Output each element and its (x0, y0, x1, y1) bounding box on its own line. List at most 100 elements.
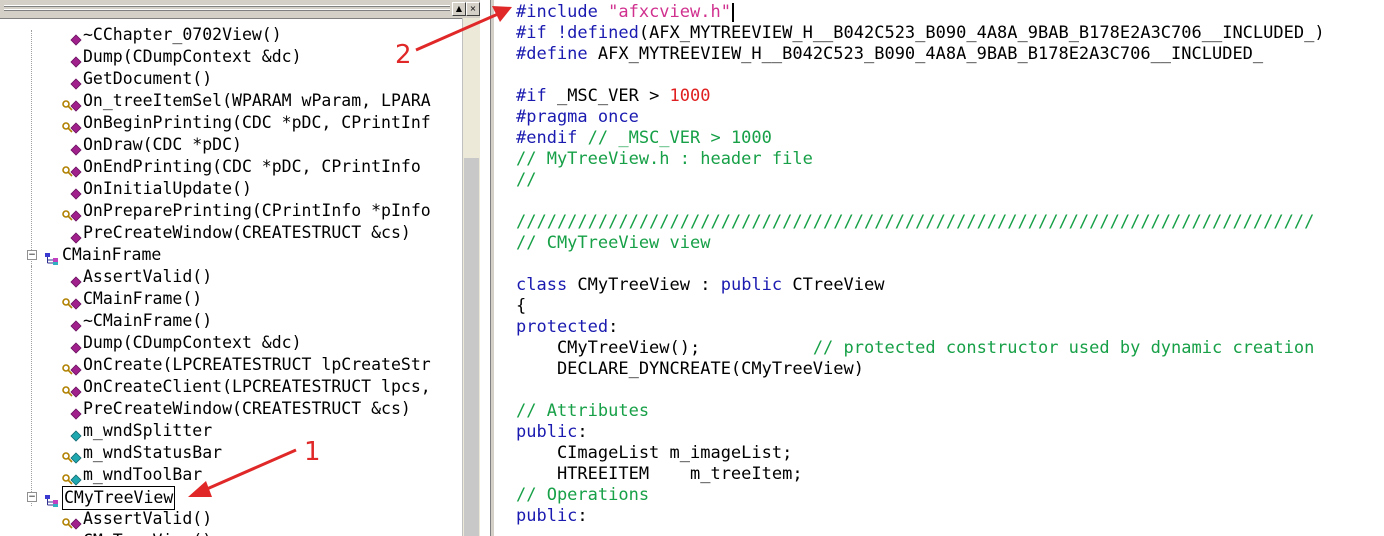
code-line[interactable]: // (516, 170, 1325, 191)
code-token: #define (516, 44, 598, 64)
code-line[interactable] (516, 254, 1325, 275)
tree-item[interactable]: OnBeginPrinting(CDC *pDC, CPrintInf (0, 112, 460, 134)
tree-item[interactable]: Dump(CDumpContext &dc) (0, 46, 460, 68)
code-line[interactable]: #if !defined(AFX_MYTREEVIEW_H__B042C523_… (516, 23, 1325, 44)
code-token: public (516, 422, 578, 442)
restore-icon[interactable]: ▲ (452, 2, 466, 16)
method-icon (70, 74, 82, 90)
code-line[interactable]: #include "afxcview.h" (516, 2, 1325, 23)
code-token: #pragma once (516, 107, 639, 127)
close-icon[interactable]: × (466, 2, 480, 16)
code-line[interactable]: // CMyTreeView view (516, 233, 1325, 254)
tree-class-node[interactable]: − CMainFrame (0, 244, 460, 266)
tree-item[interactable]: m_wndStatusBar (0, 442, 460, 464)
code-token: // (516, 170, 537, 190)
code-line[interactable] (516, 380, 1325, 401)
code-token: #if !defined (516, 23, 639, 43)
code-token: CTreeView (792, 275, 885, 295)
tree-item[interactable]: m_wndToolBar (0, 464, 460, 486)
tree-item[interactable]: OnInitialUpdate() (0, 178, 460, 200)
code-line[interactable] (516, 191, 1325, 212)
tree-item[interactable]: OnPreparePrinting(CPrintInfo *pInfo (0, 200, 460, 222)
tree-scrollbar[interactable] (462, 18, 480, 536)
member-icon (70, 426, 82, 442)
tree-item-label: OnCreateClient(LPCREATESTRUCT lpcs, (83, 377, 431, 396)
key-method-icon (62, 294, 82, 310)
code-token: // Operations (516, 485, 650, 505)
tree-item[interactable]: PreCreateWindow(CREATESTRUCT &cs) (0, 398, 460, 420)
code-line[interactable]: ////////////////////////////////////////… (516, 212, 1325, 233)
code-line[interactable]: #pragma once (516, 107, 1325, 128)
code-token: CMyTreeView(); (516, 338, 813, 358)
tree-item[interactable]: OnEndPrinting(CDC *pDC, CPrintInfo (0, 156, 460, 178)
code-line[interactable]: // Attributes (516, 401, 1325, 422)
tree-item-label: CMyTreeView (62, 486, 176, 510)
annotation-label-2: 2 (395, 40, 412, 70)
tree-item-label: PreCreateWindow(CREATESTRUCT &cs) (83, 399, 411, 418)
code-line[interactable]: #define AFX_MYTREEVIEW_H__B042C523_B090_… (516, 44, 1325, 65)
class-tree: ~CChapter_0702View() Dump(CDumpContext &d… (0, 24, 460, 536)
code-token: // _MSC_VER > 1000 (587, 128, 772, 148)
scrollbar-thumb[interactable] (464, 158, 479, 536)
key-method-icon (62, 162, 82, 178)
tree-item[interactable]: CMyTreeView() (0, 530, 460, 536)
code-lines[interactable]: #include "afxcview.h" #if !defined(AFX_MY… (516, 2, 1325, 527)
tree-item[interactable]: PreCreateWindow(CREATESTRUCT &cs) (0, 222, 460, 244)
tree-item-label: m_wndToolBar (83, 465, 203, 484)
code-line[interactable]: // MyTreeView.h : header file (516, 149, 1325, 170)
code-token: 1000 (669, 86, 711, 106)
code-line[interactable]: // Operations (516, 485, 1325, 506)
grip-line (4, 9, 450, 11)
code-token: protected (516, 317, 609, 337)
tree-item-label: OnDraw(CDC *pDC) (83, 135, 242, 154)
tree-item-label: PreCreateWindow(CREATESTRUCT &cs) (83, 223, 411, 242)
tree-item[interactable]: GetDocument() (0, 68, 460, 90)
tree-item[interactable]: AssertValid() (0, 266, 460, 288)
tree-item-label: ~CMainFrame() (83, 311, 213, 330)
code-line[interactable]: protected: (516, 317, 1325, 338)
method-icon (70, 140, 82, 156)
code-token: DECLARE_DYNCREATE(CMyTreeView) (516, 359, 864, 379)
tree-class-node[interactable]: − CMyTreeView (0, 486, 460, 510)
code-line[interactable] (516, 65, 1325, 86)
collapse-toggle[interactable]: − (27, 250, 37, 260)
key-member-icon (62, 470, 82, 486)
tree-item-label: Dump(CDumpContext &dc) (83, 333, 302, 352)
tree-item[interactable]: OnCreateClient(LPCREATESTRUCT lpcs, (0, 376, 460, 398)
pane-splitter[interactable] (480, 0, 494, 536)
code-line[interactable]: HTREEITEM m_treeItem; (516, 464, 1325, 485)
tree-item[interactable]: OnDraw(CDC *pDC) (0, 134, 460, 156)
code-token: // CMyTreeView view (516, 233, 711, 253)
text-caret (731, 2, 734, 22)
tree-item[interactable]: OnCreate(LPCREATESTRUCT lpCreateStr (0, 354, 460, 376)
code-line[interactable]: #endif // _MSC_VER > 1000 (516, 128, 1325, 149)
tree-item[interactable]: Dump(CDumpContext &dc) (0, 332, 460, 354)
code-line[interactable]: public: (516, 422, 1325, 443)
tree-item[interactable]: CMainFrame() (0, 288, 460, 310)
code-token: : (577, 422, 588, 442)
class-icon (44, 492, 58, 507)
tree-item-label: Dump(CDumpContext &dc) (83, 47, 302, 66)
tree-item[interactable]: AssertValid() (0, 508, 460, 530)
code-token: // Attributes (516, 401, 650, 421)
code-token: "afxcview.h" (608, 2, 731, 22)
code-line[interactable]: DECLARE_DYNCREATE(CMyTreeView) (516, 359, 1325, 380)
tree-item[interactable]: On_treeItemSel(WPARAM wParam, LPARA (0, 90, 460, 112)
code-line[interactable]: CImageList m_imageList; (516, 443, 1325, 464)
code-token: _MSC_VER > (556, 86, 670, 106)
tree-item[interactable]: ~CChapter_0702View() (0, 24, 460, 46)
code-editor[interactable]: #include "afxcview.h" #if !defined(AFX_MY… (495, 0, 1384, 536)
key-method-icon (62, 382, 82, 398)
code-line[interactable]: CMyTreeView(); // protected constructor … (516, 338, 1325, 359)
splitter-bar[interactable] (490, 0, 494, 536)
code-line[interactable]: #if _MSC_VER > 1000 (516, 86, 1325, 107)
collapse-toggle[interactable]: − (27, 492, 37, 502)
code-line[interactable]: { (516, 296, 1325, 317)
class-view-panel: ▲ × ~CChapter_0702View() Dump(CDumpContex… (0, 0, 480, 536)
code-line[interactable]: public: (516, 506, 1325, 527)
tree-panel-titlebar: ▲ × (0, 0, 480, 19)
tree-item[interactable]: m_wndSplitter (0, 420, 460, 442)
tree-item[interactable]: ~CMainFrame() (0, 310, 460, 332)
tree-item-label: On_treeItemSel(WPARAM wParam, LPARA (83, 91, 431, 110)
code-line[interactable]: class CMyTreeView : public CTreeView (516, 275, 1325, 296)
